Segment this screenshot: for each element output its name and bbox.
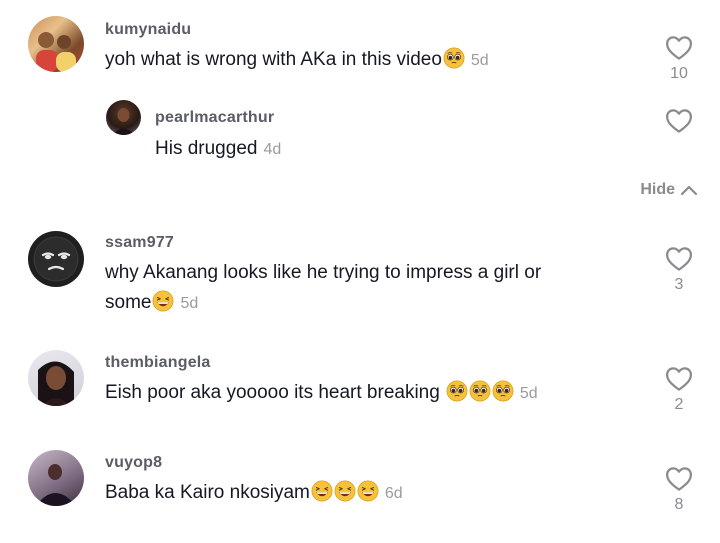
like-button[interactable] [659,106,699,136]
comment-username[interactable]: kumynaidu [105,21,191,39]
avatar[interactable] [28,231,84,287]
avatar[interactable] [28,350,84,406]
grinning-squinting-face-icon [152,290,174,312]
pleading-face-icon [492,380,514,402]
avatar[interactable] [106,100,141,135]
reply-text: His drugged 4d [155,134,281,165]
chevron-up-icon [680,185,698,196]
pleading-face-icon [469,380,491,402]
comment-text: yoh what is wrong with AKa in this video… [105,45,489,76]
comment-text: Baba ka Kairo nkosiyam 6d [105,478,403,509]
comment-body: yoh what is wrong with AKa in this video [105,49,442,70]
like-count: 2 [674,396,684,413]
comment-username[interactable]: vuyop8 [105,454,162,472]
pleading-face-icon [443,47,465,69]
grinning-squinting-face-icon [357,480,379,502]
comment-timestamp: 6d [384,485,403,502]
avatar-photo-icon [38,361,74,406]
like-button[interactable]: 8 [659,464,699,514]
heart-outline-icon [664,106,694,136]
like-button[interactable]: 10 [659,33,699,83]
avatar-photo-icon [36,32,76,72]
comment-timestamp: 5d [519,385,538,402]
comment-text: Eish poor aka yooooo its heart breaking 5… [105,378,538,409]
like-count: 3 [674,276,684,293]
like-button[interactable]: 3 [659,244,699,294]
avatar-photo-icon [36,464,76,506]
avatar[interactable] [28,16,84,72]
heart-outline-icon [664,364,694,394]
avatar-photo-icon [112,108,135,135]
comment-timestamp: 5d [180,295,199,312]
comment-body-line: why Akanang looks like he trying to impr… [105,262,542,283]
reply-timestamp: 4d [263,141,282,158]
comment-username[interactable]: ssam977 [105,234,174,252]
pleading-face-icon [446,380,468,402]
hide-replies-button[interactable]: Hide [640,181,698,199]
reply-username[interactable]: pearlmacarthur [155,109,274,127]
like-count: 8 [674,496,684,513]
grinning-squinting-face-icon [311,480,333,502]
heart-outline-icon [664,33,694,63]
reply-body: His drugged [155,138,258,159]
comment-username[interactable]: thembiangela [105,354,211,372]
heart-outline-icon [664,244,694,274]
unamused-face-icon [33,236,79,282]
comment-timestamp: 5d [470,52,489,69]
like-count: 10 [670,65,688,82]
comment-body: Eish poor aka yooooo its heart breaking [105,382,440,403]
comment-body: Baba ka Kairo nkosiyam [105,482,310,503]
hide-replies-label: Hide [640,181,675,198]
comment-body-line: some [105,292,152,313]
like-button[interactable]: 2 [659,364,699,414]
comment-text: why Akanang looks like he trying to impr… [105,258,541,319]
heart-outline-icon [664,464,694,494]
avatar[interactable] [28,450,84,506]
grinning-squinting-face-icon [334,480,356,502]
